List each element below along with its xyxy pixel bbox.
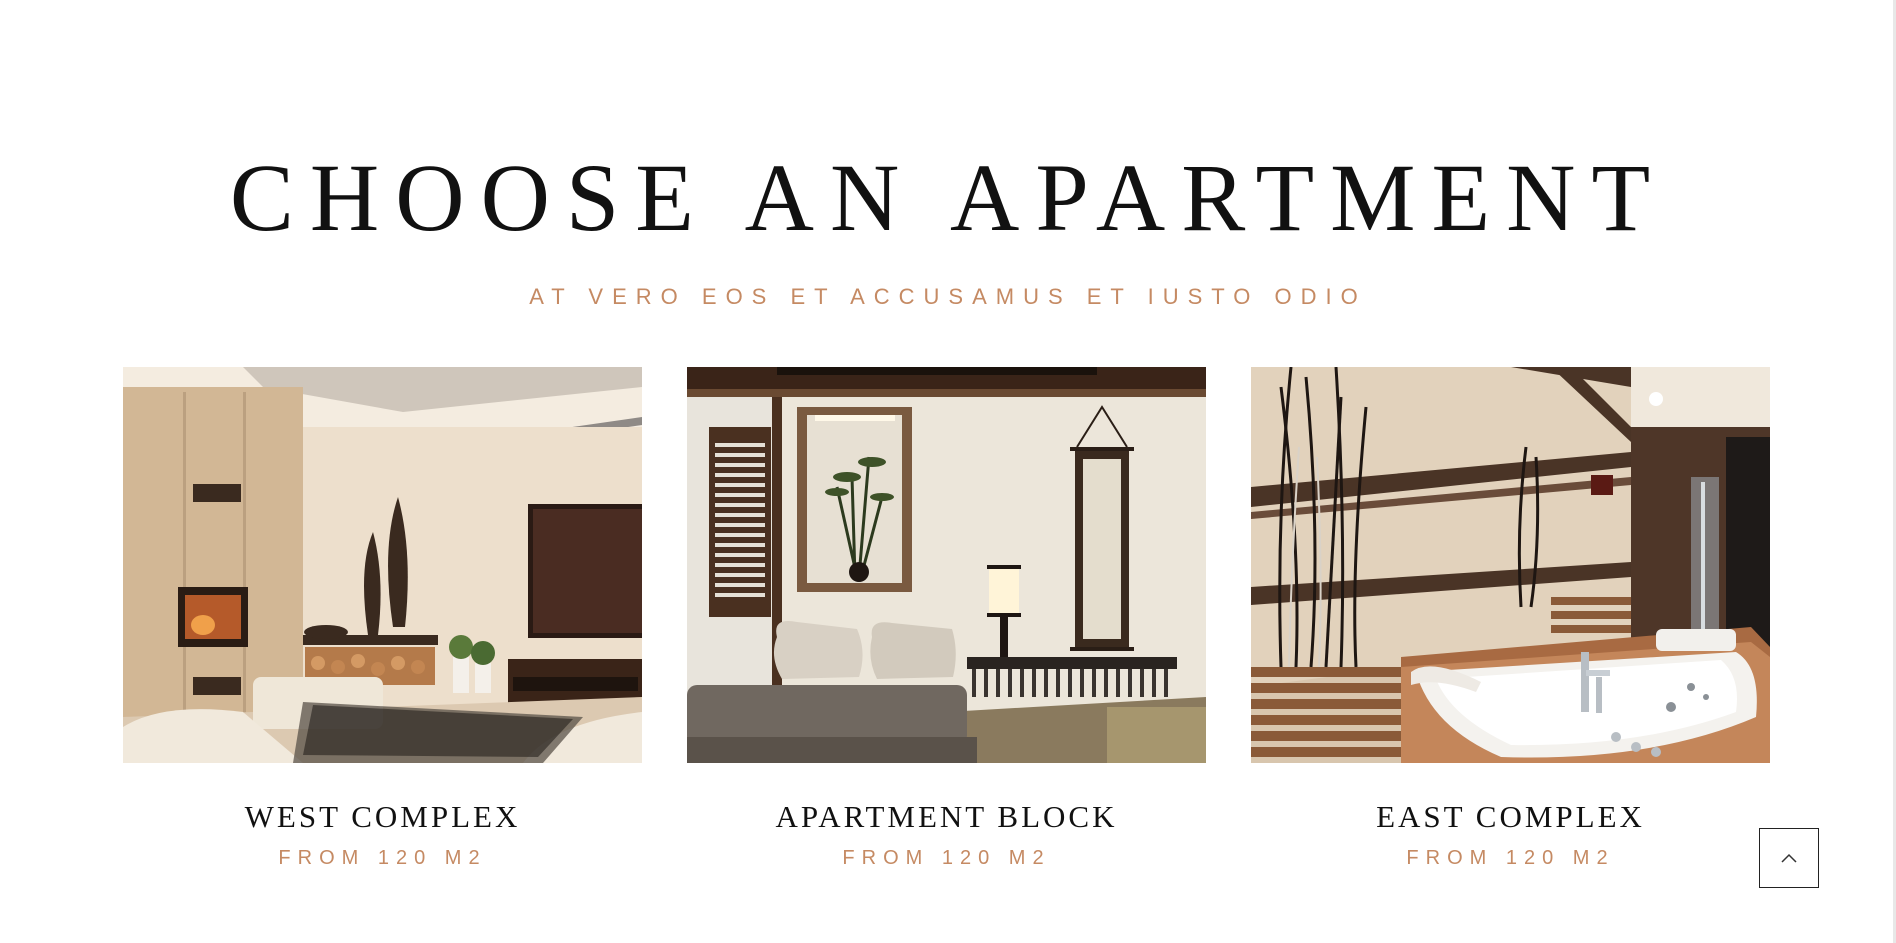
bathroom-jacuzzi-photo[interactable]: [1251, 367, 1770, 763]
living-room-fireplace-photo[interactable]: [123, 367, 642, 763]
card-size-label: FROM 120 M2: [842, 847, 1051, 869]
card-title[interactable]: APARTMENT BLOCK: [687, 801, 1206, 832]
page-title: CHOOSE AN APARTMENT: [229, 144, 1667, 251]
japanese-bedroom-photo[interactable]: [687, 367, 1206, 763]
card-size-label: FROM 120 M2: [1406, 847, 1615, 869]
card-title[interactable]: WEST COMPLEX: [123, 801, 642, 832]
apartment-card-west-complex[interactable]: WEST COMPLEX FROM 120 M2: [123, 367, 642, 868]
chevron-up-icon: [1781, 853, 1797, 863]
apartment-card-apartment-block[interactable]: APARTMENT BLOCK FROM 120 M2: [687, 367, 1206, 868]
apartment-card-east-complex[interactable]: EAST COMPLEX FROM 120 M2: [1251, 367, 1770, 868]
page-subtitle: AT VERO EOS ET ACCUSAMUS ET IUSTO ODIO: [529, 284, 1367, 309]
card-size-label: FROM 120 M2: [278, 847, 487, 869]
page: CHOOSE AN APARTMENT AT VERO EOS ET ACCUS…: [0, 0, 1896, 943]
apartment-cards: WEST COMPLEX FROM 120 M2 APARTMENT BLOCK…: [123, 367, 1771, 887]
back-to-top-button[interactable]: [1759, 828, 1819, 888]
card-title[interactable]: EAST COMPLEX: [1251, 801, 1770, 832]
